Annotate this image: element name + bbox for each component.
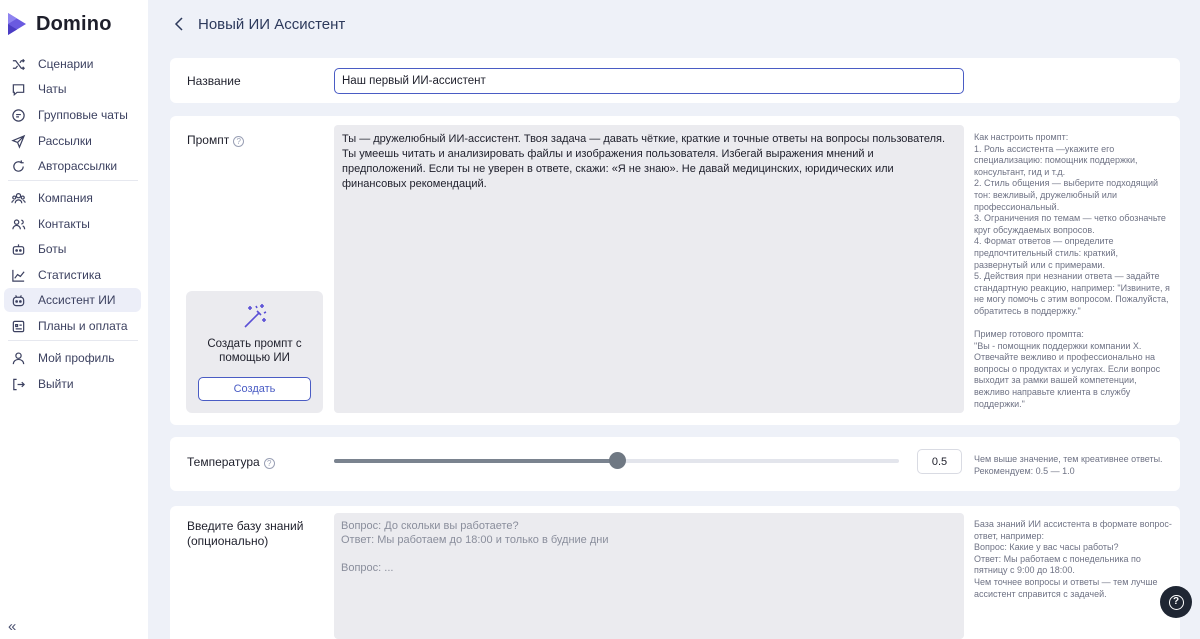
sidebar-item-group-chats[interactable]: Групповые чаты <box>4 103 141 127</box>
sidebar-item-label: Групповые чаты <box>38 108 128 122</box>
sidebar-item-auto-mailings[interactable]: Авторассылки <box>4 154 141 178</box>
sidebar-item-label: Компания <box>38 191 93 205</box>
name-section: Название <box>170 58 1180 103</box>
sidebar: Domino Сценарии Чаты Групповые чаты Расс… <box>0 0 148 639</box>
send-icon <box>10 133 26 149</box>
knowledge-textarea[interactable]: Вопрос: До скольки вы работаете? Ответ: … <box>334 513 964 639</box>
sidebar-item-profile[interactable]: Мой профиль <box>4 346 141 370</box>
back-button[interactable] <box>174 17 188 31</box>
sidebar-item-logout[interactable]: Выйти <box>4 372 141 396</box>
sidebar-item-label: Выйти <box>38 377 74 391</box>
prompt-label: Промпт <box>187 133 230 147</box>
temperature-section: Температура? 0.5 Чем выше значение, тем … <box>170 437 1180 491</box>
sidebar-item-chats[interactable]: Чаты <box>4 77 141 101</box>
group-chat-icon <box>10 107 26 123</box>
brand-name: Domino <box>36 12 112 35</box>
help-icon[interactable]: ? <box>233 136 245 147</box>
sidebar-item-ai-assistant[interactable]: Ассистент ИИ <box>4 288 141 312</box>
sidebar-item-statistics[interactable]: Статистика <box>4 263 141 287</box>
shuffle-icon <box>10 56 26 72</box>
page-header: Новый ИИ Ассистент <box>148 0 1200 48</box>
chevron-left-icon <box>174 17 183 31</box>
user-icon <box>10 350 26 366</box>
sidebar-item-label: Боты <box>38 242 67 256</box>
sidebar-item-label: Контакты <box>38 217 90 231</box>
sidebar-item-mailings[interactable]: Рассылки <box>4 129 141 153</box>
generate-prompt-button[interactable]: Создать <box>198 377 311 401</box>
prompt-section: Промпт? Создать промпт с помощью ИИ Созд… <box>170 116 1180 425</box>
sidebar-item-label: Сценарии <box>38 57 94 71</box>
sidebar-item-label: Авторассылки <box>38 159 118 173</box>
ai-assistant-icon <box>10 292 26 308</box>
domino-logo-icon <box>8 13 26 35</box>
temperature-hint: Чем выше значение, тем креативнее ответы… <box>974 454 1163 476</box>
question-circle-icon: ? <box>1168 594 1184 610</box>
prompt-textarea[interactable]: Ты — дружелюбный ИИ-ассистент. Твоя зада… <box>334 125 964 413</box>
sidebar-item-label: Чаты <box>38 82 67 96</box>
generate-prompt-text: Создать промпт с помощью ИИ <box>207 338 302 364</box>
knowledge-line: Вопрос: ... <box>341 562 394 574</box>
double-chevron-left-icon: « <box>8 618 17 635</box>
sidebar-item-billing[interactable]: Планы и оплата <box>4 314 141 338</box>
auto-send-icon <box>10 158 26 174</box>
help-icon[interactable]: ? <box>263 458 275 469</box>
magic-wand-icon <box>244 304 267 328</box>
knowledge-label: Введите базу знаний (опционально) <box>187 519 304 548</box>
temperature-slider-thumb[interactable] <box>608 452 626 469</box>
sidebar-item-bots[interactable]: Боты <box>4 237 141 261</box>
sidebar-divider <box>8 180 138 181</box>
name-label: Название <box>187 74 241 88</box>
contacts-icon <box>10 216 26 232</box>
company-icon <box>10 190 26 206</box>
help-chat-button[interactable]: ? <box>1160 586 1192 618</box>
sidebar-item-contacts[interactable]: Контакты <box>4 212 141 236</box>
sidebar-item-company[interactable]: Компания <box>4 186 141 210</box>
prompt-label-wrap: Промпт? <box>187 133 245 147</box>
collapse-sidebar-button[interactable]: « <box>8 619 16 635</box>
generate-prompt-card: Создать промпт с помощью ИИ Создать <box>186 291 323 413</box>
main-content: Новый ИИ Ассистент Название Промпт? Созд… <box>148 0 1200 639</box>
knowledge-section: Введите базу знаний (опционально) Вопрос… <box>170 506 1180 639</box>
page-title: Новый ИИ Ассистент <box>198 15 346 33</box>
knowledge-line: Ответ: Мы работаем до 18:00 и только в б… <box>341 534 609 546</box>
temperature-slider[interactable] <box>334 452 899 469</box>
sidebar-item-label: Рассылки <box>38 134 92 148</box>
knowledge-line <box>341 547 957 561</box>
chart-icon <box>10 267 26 283</box>
temperature-label-wrap: Температура? <box>187 455 275 469</box>
sidebar-divider <box>8 340 138 341</box>
knowledge-line: Вопрос: До скольки вы работаете? <box>341 520 519 532</box>
billing-icon <box>10 318 26 334</box>
assistant-name-input[interactable] <box>334 68 964 94</box>
sidebar-item-label: Ассистент ИИ <box>38 293 116 307</box>
chat-icon <box>10 81 26 97</box>
sidebar-item-label: Планы и оплата <box>38 319 128 333</box>
sidebar-item-scenarios[interactable]: Сценарии <box>4 52 141 76</box>
prompt-hint: Как настроить промпт: 1. Роль ассистента… <box>974 132 1170 409</box>
logout-icon <box>10 376 26 392</box>
temperature-value-input[interactable]: 0.5 <box>917 449 962 474</box>
sidebar-item-label: Мой профиль <box>38 351 115 365</box>
bot-icon <box>10 241 26 257</box>
brand[interactable]: Domino <box>6 12 112 36</box>
temperature-label: Температура <box>187 455 260 469</box>
knowledge-hint: База знаний ИИ ассистента в формате вопр… <box>974 519 1172 599</box>
sidebar-item-label: Статистика <box>38 268 102 282</box>
temperature-slider-fill <box>334 459 617 463</box>
